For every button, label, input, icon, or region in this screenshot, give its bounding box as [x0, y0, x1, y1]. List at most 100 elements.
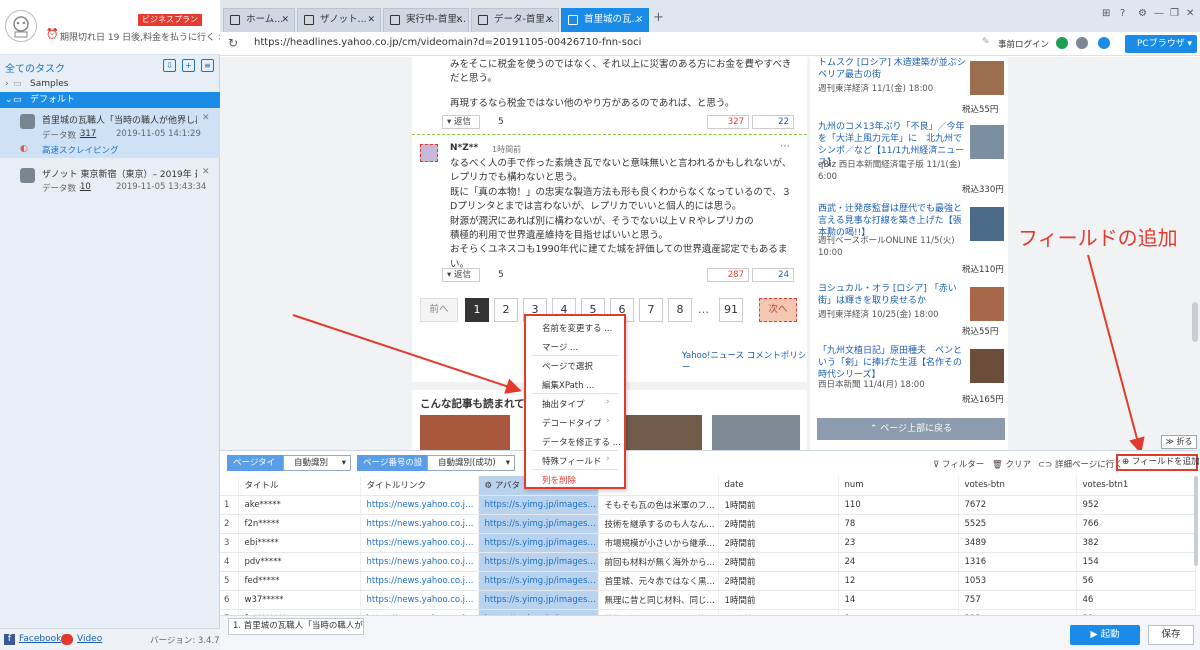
detail-page-button[interactable]: ⊂⊃ 詳細ページに行く — [1038, 458, 1123, 470]
page-8[interactable]: 8 — [668, 298, 692, 322]
clear-button[interactable]: 🗑 クリア — [992, 458, 1031, 470]
page-7[interactable]: 7 — [639, 298, 663, 322]
all-tasks-title[interactable]: 全てのタスク — [5, 60, 65, 75]
news-thumb[interactable] — [970, 207, 1004, 241]
settings-icon[interactable]: ⚙ — [1138, 8, 1147, 19]
page-2[interactable]: 2 — [494, 298, 518, 322]
status-icon[interactable] — [1056, 37, 1068, 49]
column-header[interactable]: votes-btn — [958, 476, 1077, 496]
table-row[interactable]: 1ake*****https://news.yahoo.co.jp/profil… — [220, 495, 1196, 515]
close-icon[interactable]: ✕ — [545, 9, 553, 31]
menu-item-decode-type[interactable]: デコードタイプ — [542, 417, 602, 429]
facebook-icon[interactable]: f — [4, 634, 15, 645]
tab-page[interactable]: ザノット... ✕ — [297, 8, 381, 32]
page-last[interactable]: 91 — [719, 298, 743, 322]
browser-mode-button[interactable]: PCブラウザ ▾ — [1125, 35, 1197, 53]
column-header[interactable]: タイトルリンク — [360, 476, 479, 496]
close-icon[interactable]: ✕ — [202, 113, 210, 123]
menu-item-extract-type[interactable]: 抽出タイプ — [542, 398, 585, 410]
close-icon[interactable]: ✕ — [202, 167, 210, 177]
add-field-button[interactable]: ⊕ フィールドを追加 — [1116, 454, 1200, 471]
save-button[interactable]: 保存 — [1148, 625, 1194, 645]
task-item[interactable]: ザノット 東京新宿（東京）– 2019年 最新... ✕ データ数 : 10 2… — [0, 162, 220, 198]
tab-active[interactable]: 首里城の瓦... ✕ — [561, 8, 649, 32]
page-1[interactable]: 1 — [465, 298, 489, 322]
ad-block-icon[interactable] — [1076, 37, 1088, 49]
tab-home[interactable]: ホーム... ✕ — [223, 8, 295, 32]
edit-icon[interactable]: ✎ — [982, 37, 990, 47]
dislike-button[interactable]: 24 — [752, 268, 794, 282]
help-icon[interactable]: ? — [1120, 8, 1125, 19]
maximize-icon[interactable]: ❐ — [1170, 8, 1179, 19]
column-header[interactable]: num — [838, 476, 959, 496]
news-thumb[interactable] — [970, 287, 1004, 321]
news-thumb[interactable] — [970, 61, 1004, 95]
like-button[interactable]: 327 — [707, 115, 749, 129]
menu-item-modify-data[interactable]: データを修正する ... — [542, 436, 621, 448]
close-icon[interactable]: ✕ — [455, 9, 463, 31]
avatar[interactable] — [5, 10, 37, 42]
url-field[interactable]: https://headlines.yahoo.co.jp/cm/videoma… — [254, 37, 641, 48]
filter-button[interactable]: ⊽ フィルター — [933, 458, 984, 470]
task-tab[interactable]: 1. 首里城の瓦職人「当時の職人が... — [228, 618, 364, 635]
menu-item-edit-xpath[interactable]: 編集XPath ... — [542, 379, 594, 391]
menu-item-delete-column[interactable]: 列を削除 — [542, 474, 576, 486]
new-folder-icon[interactable]: + — [182, 59, 195, 72]
new-task-icon[interactable]: ≡ — [201, 59, 214, 72]
minimize-icon[interactable]: — — [1154, 8, 1164, 19]
refresh-icon[interactable]: ↻ — [228, 36, 238, 50]
import-icon[interactable]: ⇩ — [163, 59, 176, 72]
task-count[interactable]: 317 — [80, 129, 96, 139]
close-icon[interactable]: ✕ — [367, 9, 375, 31]
news-title[interactable]: トムスク [ロシア] 木造建築が並ぶシベリア最古の街 — [818, 57, 966, 81]
news-title[interactable]: ヨシュカル・オラ [ロシア] 「赤い街」は輝きを取り戻せるか — [818, 283, 966, 307]
web-scrollbar[interactable] — [1192, 302, 1198, 342]
user-agent-icon[interactable] — [1098, 37, 1110, 49]
page-type-select[interactable]: 自動識別 ▾ — [283, 455, 351, 471]
table-row[interactable]: 5fed*****https://news.yahoo.co.jp/profil… — [220, 571, 1196, 591]
task-item[interactable]: 首里城の瓦職人「当時の職人が他界し再現... ✕ データ数 : 317 2019… — [0, 108, 220, 158]
close-icon[interactable]: ✕ — [635, 9, 643, 31]
expiry-link[interactable]: 期限切れ日 19 日後,料金を払うに行く >> — [60, 30, 233, 43]
menu-item-select-on-page[interactable]: ページで選択 — [542, 360, 593, 372]
pre-login-button[interactable]: 事前ログイン — [998, 38, 1049, 50]
collapse-button[interactable]: ≫ 折る — [1161, 435, 1197, 449]
facebook-link[interactable]: Facebook — [19, 634, 61, 644]
news-thumb[interactable] — [970, 349, 1004, 383]
reply-button[interactable]: ▾ 返信 — [442, 115, 480, 129]
comment-policy-link[interactable]: Yahoo!ニュース コメントポリシー — [682, 349, 807, 373]
news-thumb[interactable] — [970, 125, 1004, 159]
start-button[interactable]: ▶ 起動 — [1070, 625, 1140, 645]
menu-item-rename[interactable]: 名前を変更する ... — [542, 322, 612, 334]
table-row[interactable]: 3ebi*****https://news.yahoo.co.jp/profil… — [220, 533, 1196, 553]
page-num-select[interactable]: 自動識別(成功) ▾ — [427, 455, 515, 471]
menu-item-merge[interactable]: マージ ... — [542, 341, 578, 353]
task-count[interactable]: 10 — [80, 182, 91, 192]
like-button[interactable]: 287 — [707, 268, 749, 282]
next-page-button[interactable]: 次へ — [759, 298, 797, 322]
column-header[interactable]: タイトル — [238, 476, 361, 496]
column-header[interactable]: date — [718, 476, 839, 496]
news-title[interactable]: 西武・辻発彦監督は歴代でも最強と言える見事な打線を築き上げた【張本勲の喝!!】 — [818, 203, 966, 239]
video-link[interactable]: Video — [77, 634, 102, 644]
menu-item-special-field[interactable]: 特殊フィールド — [542, 455, 601, 467]
table-row[interactable]: 6w37*****https://news.yahoo.co.jp/profil… — [220, 590, 1196, 610]
back-to-top-button[interactable]: ⌃ ページ上部に戻る — [817, 418, 1005, 440]
prev-page-button[interactable]: 前へ — [420, 298, 458, 322]
close-window-icon[interactable]: ✕ — [1186, 8, 1194, 19]
news-title[interactable]: 「九州文植日記」原田種夫 ペンという「剣」に捧げた生涯【名作その時代シリーズ】 — [818, 345, 966, 381]
related-thumb[interactable] — [420, 415, 510, 450]
tab-running[interactable]: 実行中-首里... ✕ — [383, 8, 469, 32]
more-icon[interactable]: ⋯ — [780, 141, 790, 152]
gift-icon[interactable]: ⊞ — [1102, 8, 1110, 19]
tree-folder-samples[interactable]: › ▭ Samples — [0, 76, 220, 92]
related-thumb[interactable] — [712, 415, 800, 450]
close-icon[interactable]: ✕ — [281, 9, 289, 31]
tab-data[interactable]: データ-首里... ✕ — [471, 8, 559, 32]
table-scrollbar[interactable] — [1194, 476, 1198, 566]
tree-folder-default[interactable]: ⌄ ▭ デフォルト — [0, 92, 220, 108]
video-icon[interactable] — [61, 634, 73, 645]
column-header[interactable]: votes-btn1 — [1076, 476, 1196, 496]
table-row[interactable]: 2f2n*****https://news.yahoo.co.jp/profil… — [220, 514, 1196, 534]
new-tab-icon[interactable]: + — [653, 10, 664, 25]
